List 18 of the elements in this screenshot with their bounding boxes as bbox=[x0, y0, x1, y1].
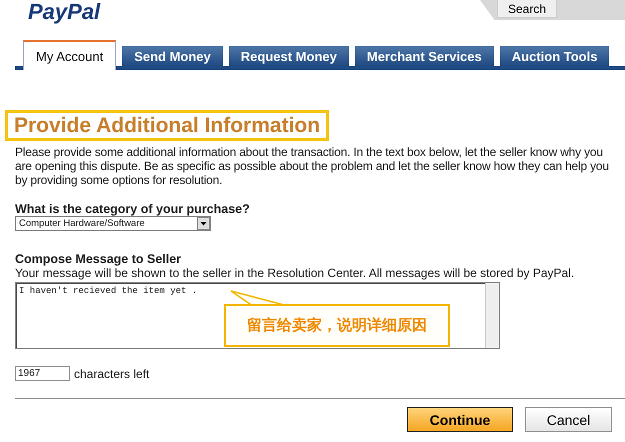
intro-text: Please provide some additional information about the transaction. In the text box below, let the seller know why you are opening this dispute. Be as specific as possible about the problem and let the seller know how they can help you by providing some options for resolution. bbox=[15, 145, 610, 187]
paypal-logo: PayPal bbox=[28, 0, 100, 26]
nav-tab[interactable]: My Account bbox=[23, 40, 116, 70]
characters-left-label: characters left bbox=[74, 366, 150, 380]
message-hint: Your message will be shown to the seller in the Resolution Center. All messages will be stored by PayPal. bbox=[15, 266, 576, 280]
category-label: What is the category of your purchase? bbox=[15, 202, 251, 216]
continue-button[interactable]: Continue bbox=[407, 407, 513, 432]
message-label: Compose Message to Seller bbox=[15, 252, 182, 266]
character-count-field: 1967 bbox=[15, 366, 70, 381]
nav-tab[interactable]: Auction Tools bbox=[500, 46, 610, 66]
cancel-button[interactable]: Cancel bbox=[525, 407, 612, 432]
search-button[interactable]: Search bbox=[497, 0, 558, 18]
scrollbar[interactable] bbox=[485, 283, 499, 348]
nav-tab[interactable]: Request Money bbox=[228, 46, 349, 66]
nav-tab[interactable]: Send Money bbox=[122, 46, 223, 66]
category-dropdown[interactable]: Computer Hardware/Software bbox=[15, 216, 211, 231]
nav-tab[interactable]: Merchant Services bbox=[354, 46, 494, 66]
page-heading: Provide Additional Information bbox=[5, 110, 330, 141]
